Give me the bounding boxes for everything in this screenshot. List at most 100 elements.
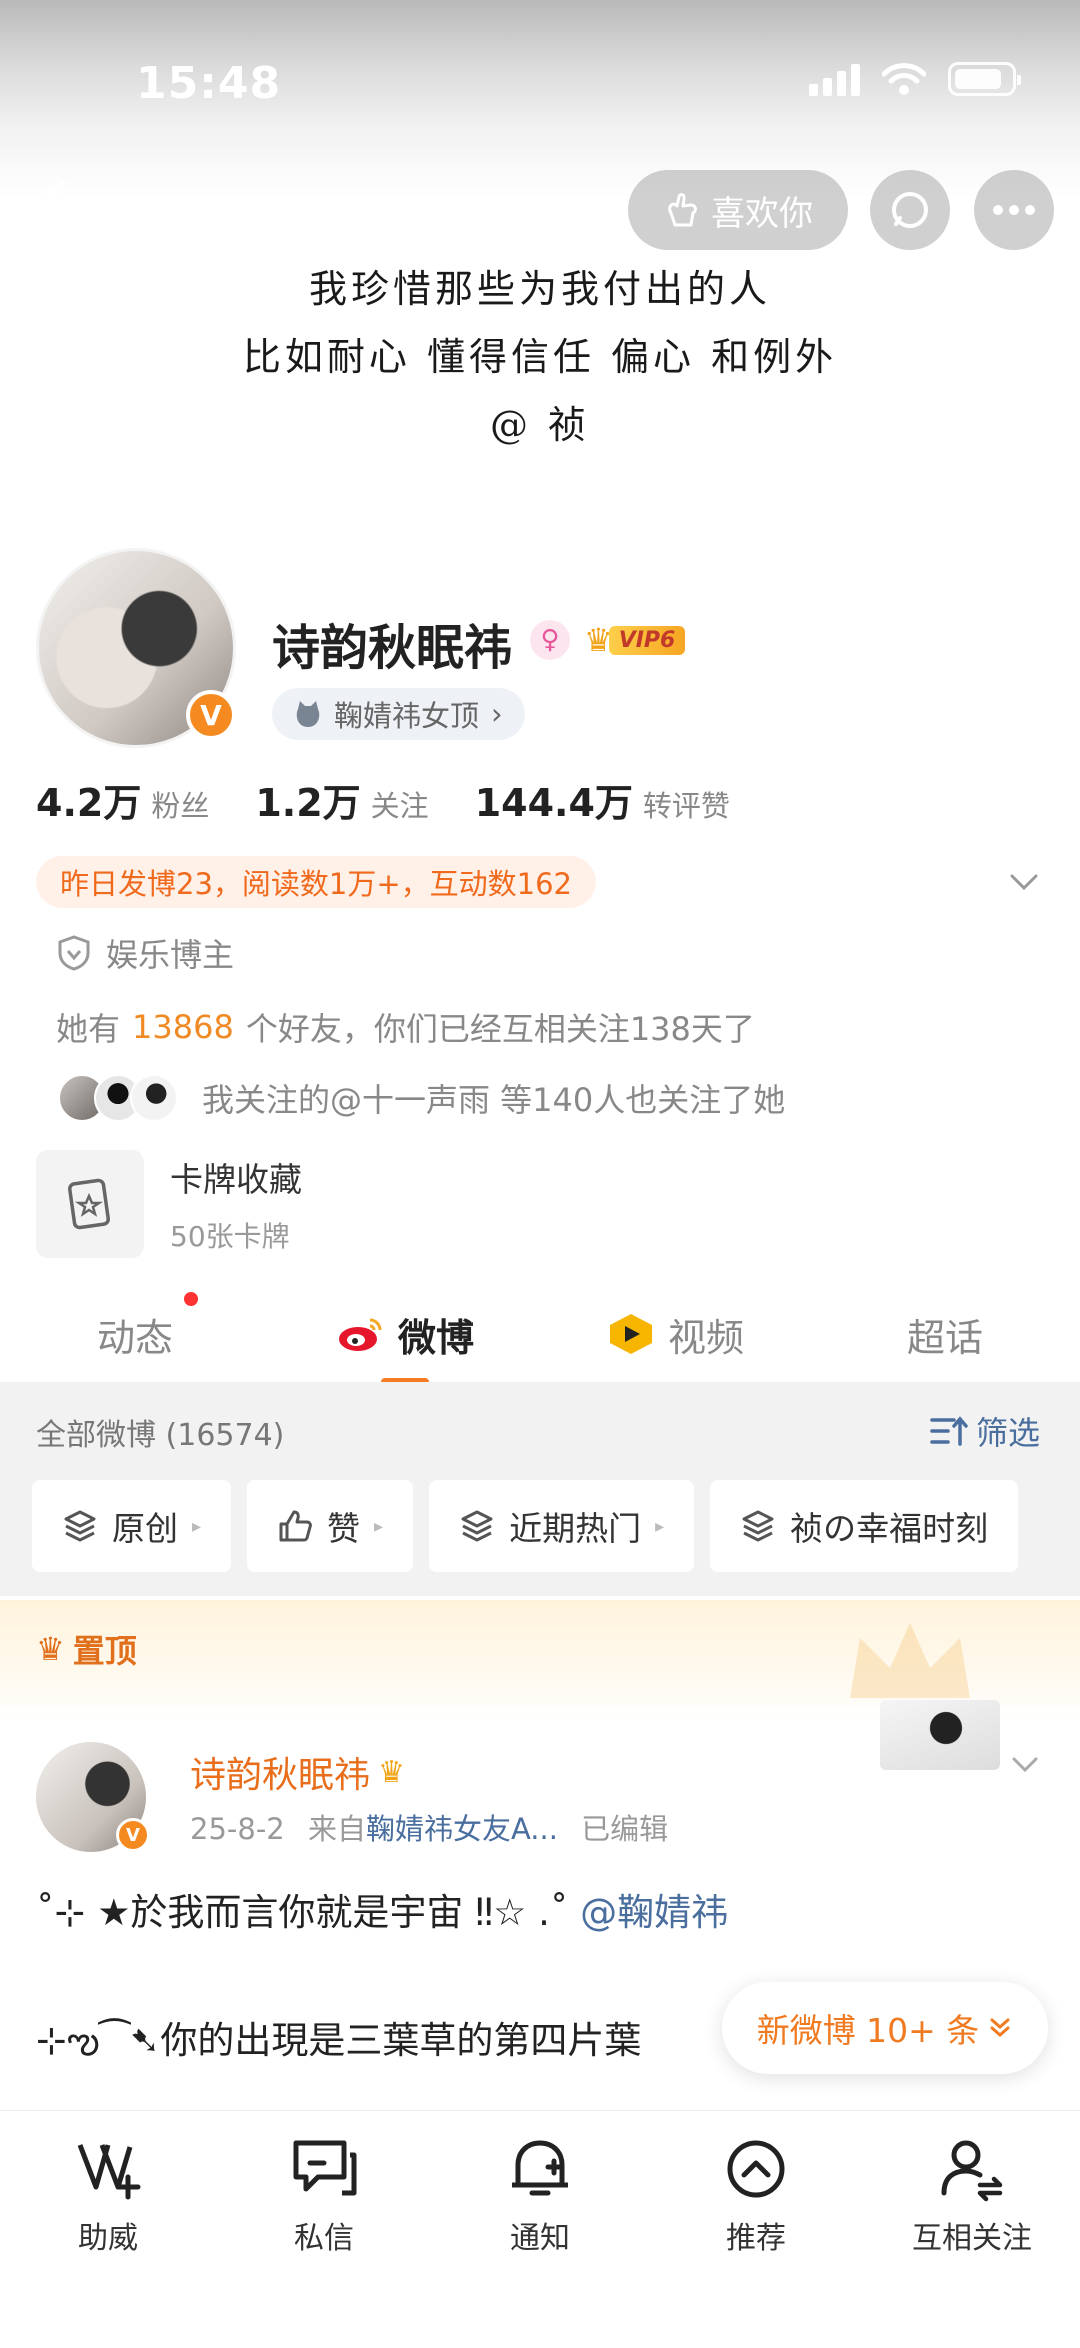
profile-tabs: 动态 微博 视频 超话: [0, 1286, 1080, 1386]
tab-dynamics-label: 动态: [96, 1315, 173, 1360]
fan-group-label: 鞠婧祎女顶: [334, 699, 480, 733]
chip-liked-label: 赞: [327, 1509, 361, 1548]
bottom-nav: 助威 私信 通知 推荐 互相关注: [0, 2110, 1080, 2348]
chip-original[interactable]: 原创 ▸: [32, 1480, 232, 1572]
following-stat[interactable]: 1.2万 关注: [255, 772, 428, 827]
mutual-follow-line[interactable]: 我关注的@十一声雨 等140人也关注了她: [58, 1074, 785, 1122]
mutual-follow-icon: [941, 2140, 1003, 2202]
chip-arrow-icon: ▸: [192, 1515, 202, 1537]
post-meta: 25-8-2 来自鞠婧祎女友A... 已编辑: [190, 1806, 668, 1848]
back-icon[interactable]: [26, 178, 76, 238]
post-decoration-image: [880, 1700, 1000, 1770]
more-button[interactable]: [974, 170, 1054, 250]
followers-label: 粉丝: [151, 789, 210, 823]
cover-line-1: 我珍惜那些为我付出的人: [308, 267, 771, 311]
chevron-right-icon: ›: [491, 697, 503, 731]
role-line: 娱乐博主: [56, 930, 234, 976]
card-icon: [36, 1150, 144, 1258]
unread-dot: [184, 1292, 198, 1306]
search-button[interactable]: [870, 170, 950, 250]
chip-original-label: 原创: [112, 1509, 178, 1548]
nav-notifications[interactable]: 通知: [432, 2111, 648, 2348]
layers-icon: [742, 1510, 774, 1542]
avatar: [130, 1074, 178, 1122]
vip-level: VIP6: [608, 625, 686, 655]
post-edited: 已编辑: [581, 1812, 669, 1846]
nav-messages[interactable]: 私信: [216, 2111, 432, 2348]
tab-video-label: 视频: [667, 1315, 744, 1360]
friends-count[interactable]: 13868: [132, 1008, 234, 1046]
profile-name: 诗韵秋眠祎: [272, 620, 513, 676]
new-posts-button[interactable]: 新微博 10+ 条: [722, 1982, 1048, 2074]
tab-weibo[interactable]: 微博: [270, 1286, 540, 1386]
search-icon: [892, 192, 928, 228]
new-posts-label: 新微博 10+ 条: [756, 2011, 980, 2050]
post-text-line-2: ⊹ఌ⁀➷你的出現是三葉草的第四片葉: [36, 2019, 642, 2062]
tab-video[interactable]: 视频: [540, 1286, 810, 1382]
card-collection[interactable]: 卡牌收藏 50张卡牌: [36, 1150, 302, 1258]
tab-super-topic[interactable]: 超话: [810, 1286, 1080, 1382]
female-icon: ♀: [530, 620, 570, 660]
layers-icon: [64, 1510, 96, 1542]
chevron-down-icon[interactable]: [1006, 1746, 1044, 1784]
chip-arrow-icon: ▸: [655, 1515, 665, 1537]
verified-badge-icon: V: [186, 690, 236, 740]
chip-liked[interactable]: 赞 ▸: [247, 1480, 414, 1572]
recommend-icon: [727, 2140, 785, 2198]
chip-happy-moments-label: 祯の幸福时刻: [790, 1509, 989, 1548]
mutual-follow-text: 我关注的@十一声雨 等140人也关注了她: [202, 1081, 786, 1119]
interactions-stat[interactable]: 144.4万 转评赞: [475, 772, 730, 827]
chip-happy-moments[interactable]: 祯の幸福时刻: [710, 1480, 1019, 1572]
post-mention-link[interactable]: @鞠婧祎: [580, 1891, 728, 1934]
nav-recommend[interactable]: 推荐: [648, 2111, 864, 2348]
layers-icon: [461, 1510, 493, 1542]
interactions-count: 144.4万: [474, 781, 633, 825]
chip-hot[interactable]: 近期热门 ▸: [429, 1480, 695, 1572]
friends-prefix: 她有: [56, 1010, 121, 1048]
vip-badge[interactable]: ♛ VIP6: [584, 620, 686, 660]
crown-icon: ♛: [36, 1630, 65, 1668]
chip-arrow-icon: ▸: [374, 1515, 384, 1537]
nav-mutual-follow[interactable]: 互相关注: [864, 2111, 1080, 2348]
bell-icon: [512, 2140, 568, 2196]
post-source[interactable]: 鞠婧祎女友A...: [366, 1812, 558, 1846]
chevron-down-icon[interactable]: [1004, 862, 1044, 902]
post-text: ˚⊹ ★於我而言你就是宇宙 ‼☆ .˚: [36, 1891, 569, 1934]
nav-notifications-label: 通知: [510, 2221, 570, 2256]
post-author[interactable]: 诗韵秋眠祎 ♛: [190, 1746, 405, 1798]
double-chevron-down-icon: [990, 2018, 1010, 2037]
pinned-label: ♛ 置顶: [36, 1626, 137, 1672]
verified-badge-icon: V: [116, 1818, 150, 1852]
like-you-button[interactable]: 喜欢你: [628, 170, 848, 250]
post-date: 25-8-2: [190, 1812, 285, 1846]
nav-cheer[interactable]: 助威: [0, 2111, 216, 2348]
followers-stat[interactable]: 4.2万 粉丝: [36, 772, 209, 827]
cover-line-2: 比如耐心 懂得信任 偏心 和例外: [242, 335, 838, 379]
friends-suffix: 个好友，你们已经互相关注138天了: [245, 1010, 755, 1048]
profile-stats: 4.2万 粉丝 1.2万 关注 144.4万 转评赞: [36, 772, 776, 827]
filter-icon: [930, 1416, 968, 1446]
card-title: 卡牌收藏: [170, 1160, 302, 1199]
tab-dynamics[interactable]: 动态: [0, 1286, 270, 1382]
crown-icon: ♛: [378, 1754, 405, 1790]
activity-summary[interactable]: 昨日发博23，阅读数1万+，互动数162: [36, 856, 597, 908]
friends-line: 她有 13868 个好友，你们已经互相关注138天了: [56, 1004, 755, 1050]
status-time: 15:48: [136, 58, 282, 109]
cat-icon: [296, 701, 320, 727]
feed-count: 全部微博 (16574): [36, 1418, 285, 1453]
thumbs-up-icon: [279, 1510, 312, 1542]
tab-super-topic-label: 超话: [906, 1315, 983, 1360]
like-you-label: 喜欢你: [711, 193, 813, 234]
following-label: 关注: [370, 789, 429, 823]
post-author-name: 诗韵秋眠祎: [190, 1755, 371, 1796]
tab-weibo-label: 微博: [397, 1315, 474, 1360]
filter-button[interactable]: 筛选: [930, 1408, 1040, 1454]
pinned-text: 置顶: [72, 1632, 137, 1670]
more-icon: [993, 205, 1035, 215]
fan-group-tag[interactable]: 鞠婧祎女顶 ›: [272, 688, 525, 740]
shield-icon: [58, 935, 90, 971]
mutual-avatars: [58, 1074, 178, 1122]
followers-count: 4.2万: [36, 781, 142, 825]
interactions-label: 转评赞: [642, 789, 730, 823]
nav-cheer-label: 助威: [78, 2221, 138, 2256]
